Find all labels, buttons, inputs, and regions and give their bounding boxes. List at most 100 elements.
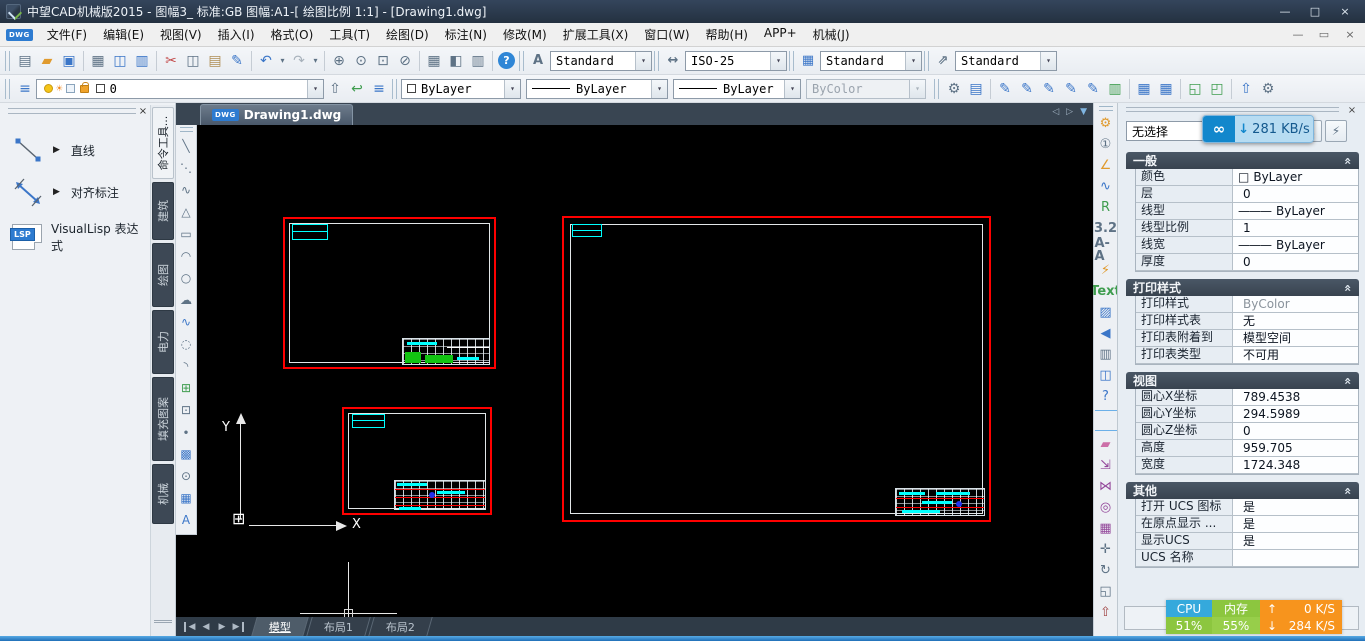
- construction-line-tool[interactable]: ⋱: [177, 157, 196, 179]
- table-style-select[interactable]: Standard ▾: [820, 51, 922, 71]
- ellipse-arc-tool[interactable]: ◝: [177, 355, 196, 377]
- next-layout-button[interactable]: ▶: [214, 622, 230, 632]
- panel-drag-handle[interactable]: [1126, 107, 1339, 112]
- collapse-icon[interactable]: «: [1341, 487, 1355, 495]
- table-style-button[interactable]: ▦: [1155, 78, 1177, 100]
- menu-item[interactable]: 插入(I): [210, 23, 263, 46]
- pan-button[interactable]: ⊕: [328, 50, 350, 72]
- chevron-down-icon[interactable]: ▾: [504, 80, 520, 98]
- zoom-previous-button[interactable]: ⊘: [394, 50, 416, 72]
- hatch-tool[interactable]: ▩: [177, 443, 196, 465]
- menu-item[interactable]: 机械(J): [805, 23, 858, 46]
- edit-mtext-button[interactable]: ✎: [1016, 78, 1038, 100]
- ellipse-tool[interactable]: ◌: [177, 333, 196, 355]
- palette-item-line[interactable]: ▶ 直线: [12, 136, 144, 164]
- property-value-field[interactable]: 959.705: [1233, 440, 1358, 456]
- maximize-button[interactable]: □: [1301, 3, 1329, 20]
- audio-note-button[interactable]: ◀: [1095, 323, 1117, 344]
- palette-close-button[interactable]: ×: [136, 105, 150, 118]
- offset-tool[interactable]: ◎: [1095, 497, 1117, 518]
- palette-tab[interactable]: 建筑: [152, 182, 174, 240]
- redo-button[interactable]: ↷: [288, 50, 310, 72]
- prev-layout-button[interactable]: ◀: [198, 622, 214, 632]
- section-header[interactable]: 打印样式 «: [1126, 279, 1359, 296]
- property-value-field[interactable]: ———ByLayer: [1233, 203, 1358, 219]
- palette-tabs-grip[interactable]: [154, 620, 172, 632]
- paste-button[interactable]: ▤: [204, 50, 226, 72]
- edit-polyline-button[interactable]: ✎: [1060, 78, 1082, 100]
- new-file-button[interactable]: ▤: [14, 50, 36, 72]
- copy-button[interactable]: ◫: [182, 50, 204, 72]
- property-value-field[interactable]: 0: [1233, 423, 1358, 439]
- menu-item[interactable]: 编辑(E): [95, 23, 152, 46]
- edit-attribute-button[interactable]: ✎: [1038, 78, 1060, 100]
- help-button[interactable]: ?: [498, 52, 515, 69]
- zoom-window-button[interactable]: ⊡: [372, 50, 394, 72]
- datum-dimension-tool[interactable]: ∠: [1095, 155, 1117, 176]
- property-value-field[interactable]: 模型空间: [1233, 330, 1358, 346]
- toolbar-grip[interactable]: [789, 51, 794, 71]
- toggle-pickadd-button[interactable]: ⚡: [1325, 120, 1347, 142]
- text-tool-button[interactable]: Text: [1095, 281, 1117, 302]
- property-value-field[interactable]: 294.5989: [1233, 406, 1358, 422]
- help-book-button[interactable]: ?: [1095, 386, 1117, 407]
- flyout-arrow-icon[interactable]: ▶: [53, 145, 60, 155]
- drawing-canvas[interactable]: ╲⋱∿△▭◠○☁∿◌◝⊞⊡∙▩⊙▦A: [176, 125, 1093, 617]
- first-layout-button[interactable]: ◀: [184, 622, 198, 632]
- customize-button[interactable]: ⚙: [1257, 78, 1279, 100]
- redo-dropdown[interactable]: ▾: [310, 50, 321, 72]
- purge-button[interactable]: ▥: [1095, 344, 1117, 365]
- rectangle-tool[interactable]: ▭: [177, 223, 196, 245]
- close-button[interactable]: ×: [1331, 3, 1359, 20]
- layer-thaw-icon[interactable]: ☀: [56, 82, 63, 95]
- open-button[interactable]: ▰: [36, 50, 58, 72]
- match-properties-button[interactable]: ✎: [226, 50, 248, 72]
- property-value-field[interactable]: 789.4538: [1233, 389, 1358, 405]
- block-attribute-tool[interactable]: ⚙: [1095, 113, 1117, 134]
- layer-lock-icon[interactable]: [80, 85, 89, 93]
- chevron-down-icon[interactable]: ▾: [1040, 52, 1056, 70]
- property-value-field[interactable]: 1: [1233, 220, 1358, 236]
- palette-item-aligned-dim[interactable]: ▶ 对齐标注: [12, 177, 144, 207]
- toolbar-grip[interactable]: [5, 79, 10, 99]
- quick-annotate-tool[interactable]: ⚡: [1095, 260, 1117, 281]
- toolbar-grip[interactable]: [654, 51, 659, 71]
- menu-item[interactable]: 修改(M): [495, 23, 555, 46]
- layer-manager-button[interactable]: ≡: [14, 78, 36, 100]
- edit-list-button[interactable]: ▤: [965, 78, 987, 100]
- make-block-tool[interactable]: ⊡: [177, 399, 196, 421]
- menu-item[interactable]: 文件(F): [39, 23, 95, 46]
- edit-hatch-button[interactable]: ✎: [1082, 78, 1104, 100]
- polyline-tool[interactable]: ∿: [177, 179, 196, 201]
- property-value-field[interactable]: ByColor: [1233, 296, 1358, 312]
- performance-widget[interactable]: CPU 内存 ↑ 0 K/S 51% 55% ↓ 284 K/S: [1166, 600, 1342, 634]
- insert-block-tool[interactable]: ⊞: [177, 377, 196, 399]
- erase-tool[interactable]: ▰: [1095, 434, 1117, 455]
- radius-dimension-tool[interactable]: R: [1095, 197, 1117, 218]
- menu-item[interactable]: 扩展工具(X): [555, 23, 637, 46]
- mtext-tool[interactable]: A: [177, 509, 196, 531]
- arc-tool[interactable]: ◠: [177, 245, 196, 267]
- print-button[interactable]: ▦: [87, 50, 109, 72]
- layer-freeze-vp-icon[interactable]: [66, 84, 75, 93]
- menu-item[interactable]: 绘图(D): [378, 23, 437, 46]
- block-library-button[interactable]: ▨: [1095, 302, 1117, 323]
- copy-window-button[interactable]: ◫: [1095, 365, 1117, 386]
- property-value-field[interactable]: 不可用: [1233, 347, 1358, 363]
- chevron-down-icon[interactable]: ▾: [905, 52, 921, 70]
- cut-button[interactable]: ✂: [160, 50, 182, 72]
- collapse-icon[interactable]: «: [1341, 157, 1355, 165]
- property-value-field[interactable]: □ByLayer: [1233, 169, 1358, 185]
- menu-item[interactable]: 帮助(H): [698, 23, 756, 46]
- chevron-down-icon[interactable]: ▾: [784, 80, 800, 98]
- undo-button[interactable]: ↶: [255, 50, 277, 72]
- circle-tool[interactable]: ○: [177, 267, 196, 289]
- point-tool[interactable]: ∙: [177, 421, 196, 443]
- menu-item[interactable]: APP+: [756, 23, 805, 46]
- doc-restore-button[interactable]: ▭: [1313, 26, 1335, 43]
- toolbar-grip[interactable]: [180, 127, 193, 132]
- layout-tab[interactable]: 布局2: [368, 617, 432, 636]
- menu-item[interactable]: 视图(V): [152, 23, 210, 46]
- menu-item[interactable]: 窗口(W): [636, 23, 697, 46]
- doc-minimize-button[interactable]: —: [1287, 26, 1309, 43]
